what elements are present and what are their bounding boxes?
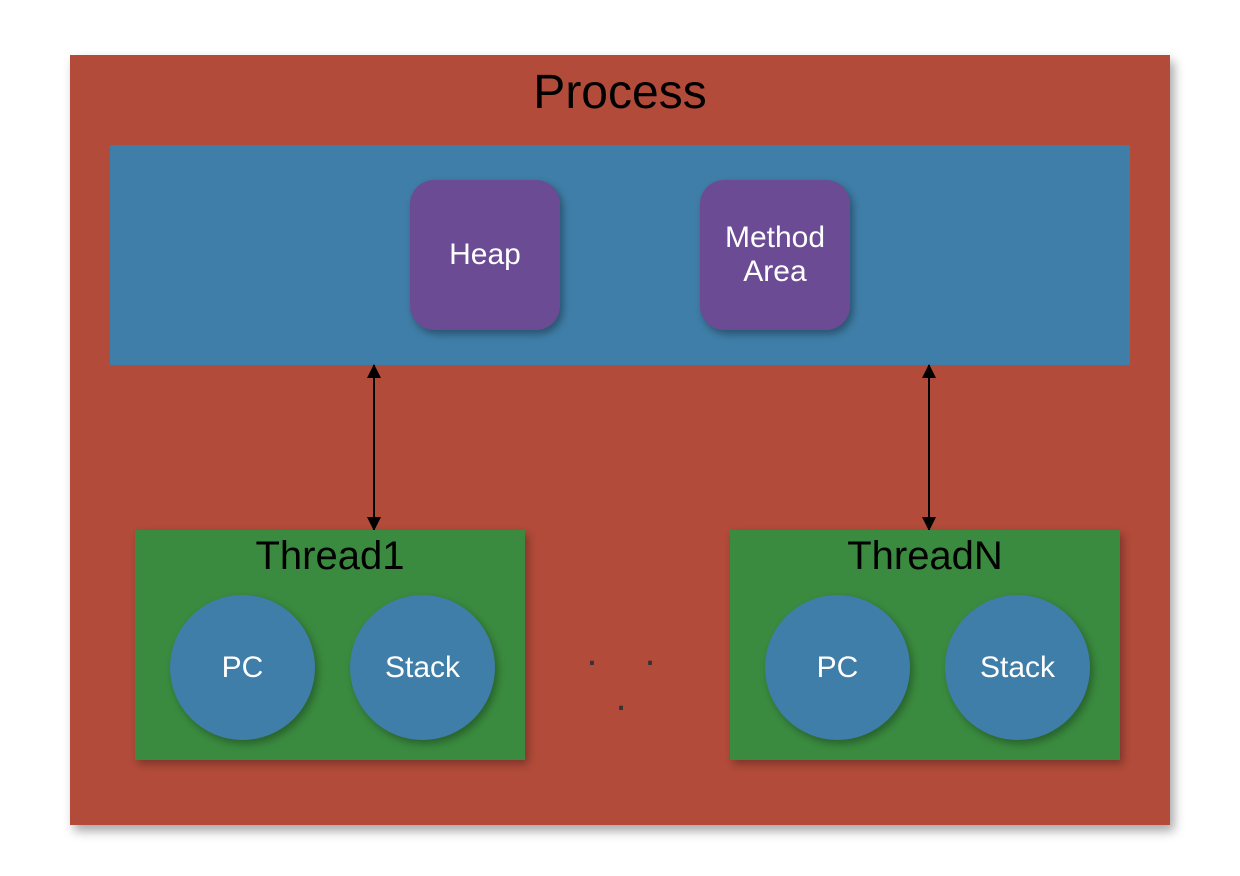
bidirectional-arrow-right [928,365,930,530]
thread1-stack-label: Stack [385,651,460,685]
shared-memory-area: Heap Method Area [110,145,1130,365]
bidirectional-arrow-left [373,365,375,530]
thread1-stack-circle: Stack [350,595,495,740]
threadN-stack-label: Stack [980,651,1055,685]
heap-label: Heap [449,238,521,273]
diagram-canvas: Process Heap Method Area Thread1 PC Stac… [0,0,1240,876]
process-container: Process Heap Method Area Thread1 PC Stac… [70,55,1170,825]
threads-ellipsis: . . . [570,630,690,720]
threadN-stack-circle: Stack [945,595,1090,740]
method-area-box: Method Area [700,180,850,330]
threadN-box: ThreadN PC Stack [730,530,1120,760]
heap-box: Heap [410,180,560,330]
thread1-pc-circle: PC [170,595,315,740]
method-area-label: Method Area [725,221,825,290]
thread1-title: Thread1 [135,534,525,579]
threadN-title: ThreadN [730,534,1120,579]
threadN-pc-label: PC [817,651,859,685]
thread1-box: Thread1 PC Stack [135,530,525,760]
thread1-pc-label: PC [222,651,264,685]
process-title: Process [70,65,1170,120]
threadN-pc-circle: PC [765,595,910,740]
